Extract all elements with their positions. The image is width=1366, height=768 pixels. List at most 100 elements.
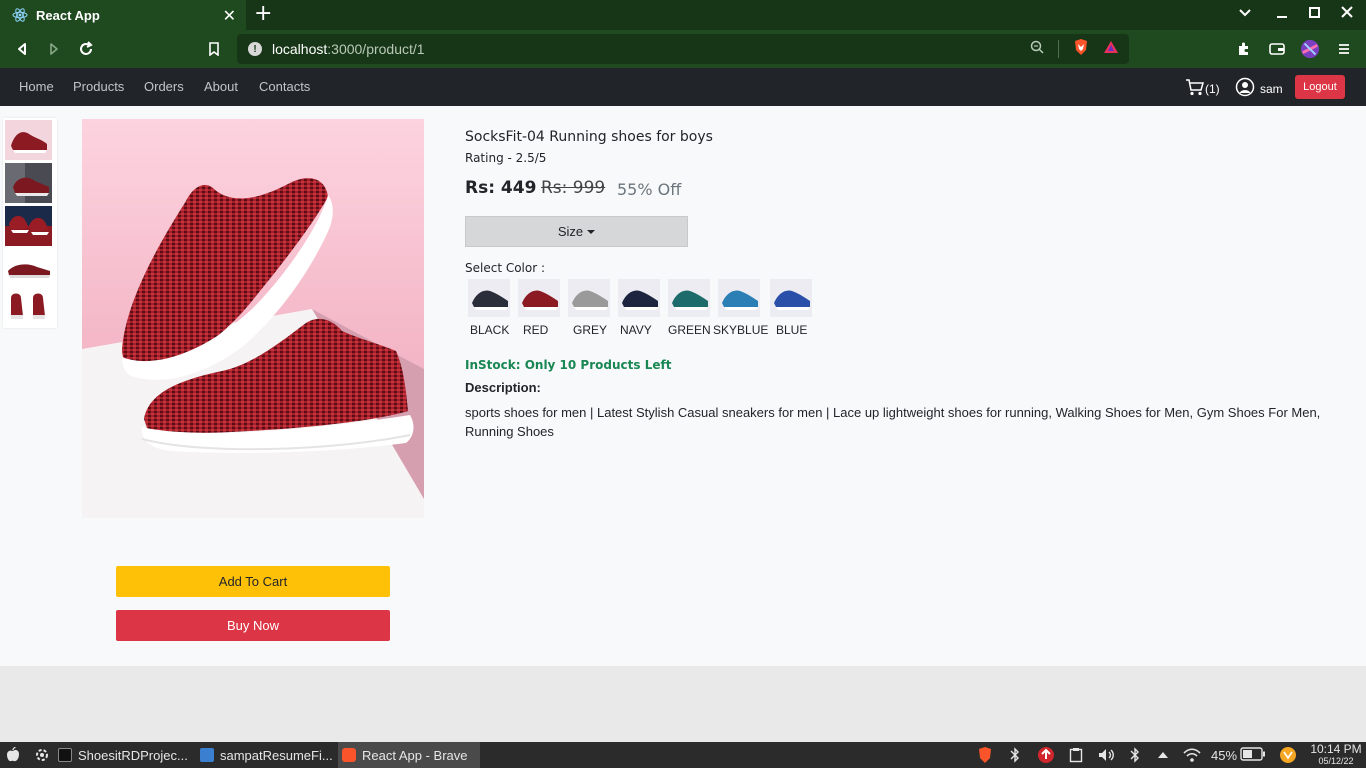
- cart-link[interactable]: (1): [1185, 77, 1220, 100]
- color-name: NAVY: [620, 323, 652, 337]
- task-brave[interactable]: React App - Brave: [338, 742, 480, 768]
- url-text[interactable]: localhost:3000/product/1: [272, 41, 1030, 57]
- thumbnail-5[interactable]: [5, 286, 52, 326]
- nav-home-link[interactable]: Home: [19, 79, 54, 94]
- color-name: GREEN: [668, 323, 711, 337]
- user-menu[interactable]: sam: [1235, 77, 1283, 100]
- menu-icon[interactable]: [1334, 39, 1354, 59]
- brave-shields-icon[interactable]: [1073, 38, 1089, 60]
- thumbnail-1[interactable]: [5, 120, 52, 160]
- url-divider: [1058, 40, 1059, 58]
- size-dropdown-button[interactable]: Size: [465, 216, 688, 247]
- apple-menu-icon[interactable]: [6, 746, 20, 764]
- nav-about-link[interactable]: About: [204, 79, 238, 94]
- back-icon[interactable]: [12, 39, 32, 59]
- profile-avatar-icon[interactable]: [1300, 39, 1320, 59]
- product-main-image[interactable]: [82, 119, 424, 518]
- product-price: Rs: 449: [465, 178, 537, 198]
- clock[interactable]: 10:14 PM 05/12/22: [1306, 743, 1366, 767]
- address-bar[interactable]: ! localhost:3000/product/1: [237, 34, 1129, 64]
- update-icon[interactable]: [1037, 746, 1055, 764]
- color-swatch-image: [770, 279, 812, 317]
- thumbnail-4[interactable]: [5, 249, 52, 289]
- battery-percent: 45%: [1211, 747, 1238, 763]
- product-rating: Rating - 2.5/5: [465, 151, 547, 165]
- brave-rewards-tray-icon[interactable]: [1279, 746, 1297, 764]
- browser-toolbar: ! localhost:3000/product/1: [0, 30, 1366, 68]
- minimize-icon[interactable]: [1276, 5, 1288, 23]
- volume-icon[interactable]: [1097, 746, 1115, 764]
- color-option-blue[interactable]: BLUE: [770, 279, 812, 337]
- color-name: SKYBLUE: [713, 323, 769, 337]
- thumbnail-strip: [3, 118, 57, 328]
- forward-icon[interactable]: [44, 39, 64, 59]
- clock-time: 10:14 PM: [1310, 742, 1362, 756]
- add-to-cart-button[interactable]: Add To Cart: [116, 566, 390, 597]
- tab-close-icon[interactable]: ✕: [223, 6, 236, 25]
- zoom-icon[interactable]: [1030, 40, 1044, 58]
- color-name: BLACK: [470, 323, 510, 337]
- buy-now-button[interactable]: Buy Now: [116, 610, 390, 641]
- clipboard-icon[interactable]: [1069, 746, 1083, 764]
- window-close-icon[interactable]: [1341, 5, 1353, 23]
- bluetooth-icon[interactable]: [1010, 746, 1020, 764]
- description-text: sports shoes for men | Latest Stylish Ca…: [465, 405, 1321, 439]
- tab-list-chevron-icon[interactable]: [1238, 5, 1252, 23]
- bluetooth-tray-icon[interactable]: [1130, 746, 1140, 764]
- thumbnail-3[interactable]: [5, 206, 52, 246]
- settings-icon[interactable]: [34, 746, 50, 764]
- site-info-icon[interactable]: !: [248, 42, 262, 56]
- color-option-green[interactable]: GREEN: [668, 279, 711, 337]
- stock-status: InStock: Only 10 Products Left: [465, 358, 672, 372]
- bookmark-icon[interactable]: [204, 39, 224, 59]
- nav-products-link[interactable]: Products: [73, 79, 124, 94]
- os-taskbar: ShoesitRDProjec... sampatResumeFi... Rea…: [0, 742, 1366, 768]
- brave-tray-icon[interactable]: [977, 746, 993, 764]
- logout-button[interactable]: Logout: [1295, 75, 1345, 99]
- product-title: SocksFit-04 Running shoes for boys: [465, 129, 713, 145]
- site-navbar: Home Products Orders About Contacts (1) …: [0, 68, 1366, 106]
- product-mrp: Rs: 999: [541, 178, 606, 198]
- color-swatch-image: [668, 279, 710, 317]
- brave-icon: [342, 748, 356, 762]
- task-terminal[interactable]: ShoesitRDProjec...: [54, 742, 192, 768]
- color-swatch-image: [618, 279, 660, 317]
- username: sam: [1260, 81, 1283, 96]
- task-document[interactable]: sampatResumeFi...: [196, 742, 334, 768]
- color-option-navy[interactable]: NAVY: [618, 279, 660, 337]
- thumbnail-2[interactable]: [5, 163, 52, 203]
- size-label: Size: [557, 224, 584, 239]
- wifi-icon[interactable]: [1182, 746, 1202, 764]
- color-swatch-image: [568, 279, 610, 317]
- caret-down-icon: [587, 230, 596, 234]
- tab-title: React App: [36, 7, 100, 23]
- extensions-icon[interactable]: [1234, 39, 1254, 59]
- color-option-grey[interactable]: GREY: [568, 279, 610, 337]
- cart-count: (1): [1205, 81, 1220, 96]
- product-discount: 55% Off: [617, 180, 682, 199]
- select-color-label: Select Color :: [465, 261, 546, 275]
- wallet-icon[interactable]: [1267, 39, 1287, 59]
- color-swatch-image: [468, 279, 510, 317]
- color-option-red[interactable]: RED: [518, 279, 560, 337]
- color-option-skyblue[interactable]: SKYBLUE: [713, 279, 768, 337]
- nav-contacts-link[interactable]: Contacts: [259, 79, 310, 94]
- tray-expand-icon[interactable]: [1157, 746, 1169, 764]
- maximize-icon[interactable]: [1309, 5, 1321, 23]
- color-name: GREY: [573, 323, 608, 337]
- color-swatch-image: [718, 279, 760, 317]
- terminal-icon: [58, 748, 72, 762]
- new-tab-button[interactable]: +: [254, 3, 272, 25]
- reload-icon[interactable]: [76, 39, 96, 59]
- brave-rewards-icon[interactable]: [1103, 39, 1119, 59]
- nav-orders-link[interactable]: Orders: [144, 79, 184, 94]
- color-option-black[interactable]: BLACK: [468, 279, 510, 337]
- battery-indicator[interactable]: 45%: [1211, 746, 1266, 764]
- battery-icon: [1240, 746, 1266, 764]
- color-name: BLUE: [776, 323, 808, 337]
- color-name: RED: [523, 323, 549, 337]
- user-avatar-icon: [1235, 77, 1255, 100]
- browser-tabbar: React App ✕ +: [0, 0, 1366, 30]
- cart-icon: [1185, 77, 1205, 100]
- browser-tab-react-app[interactable]: React App ✕: [0, 0, 246, 30]
